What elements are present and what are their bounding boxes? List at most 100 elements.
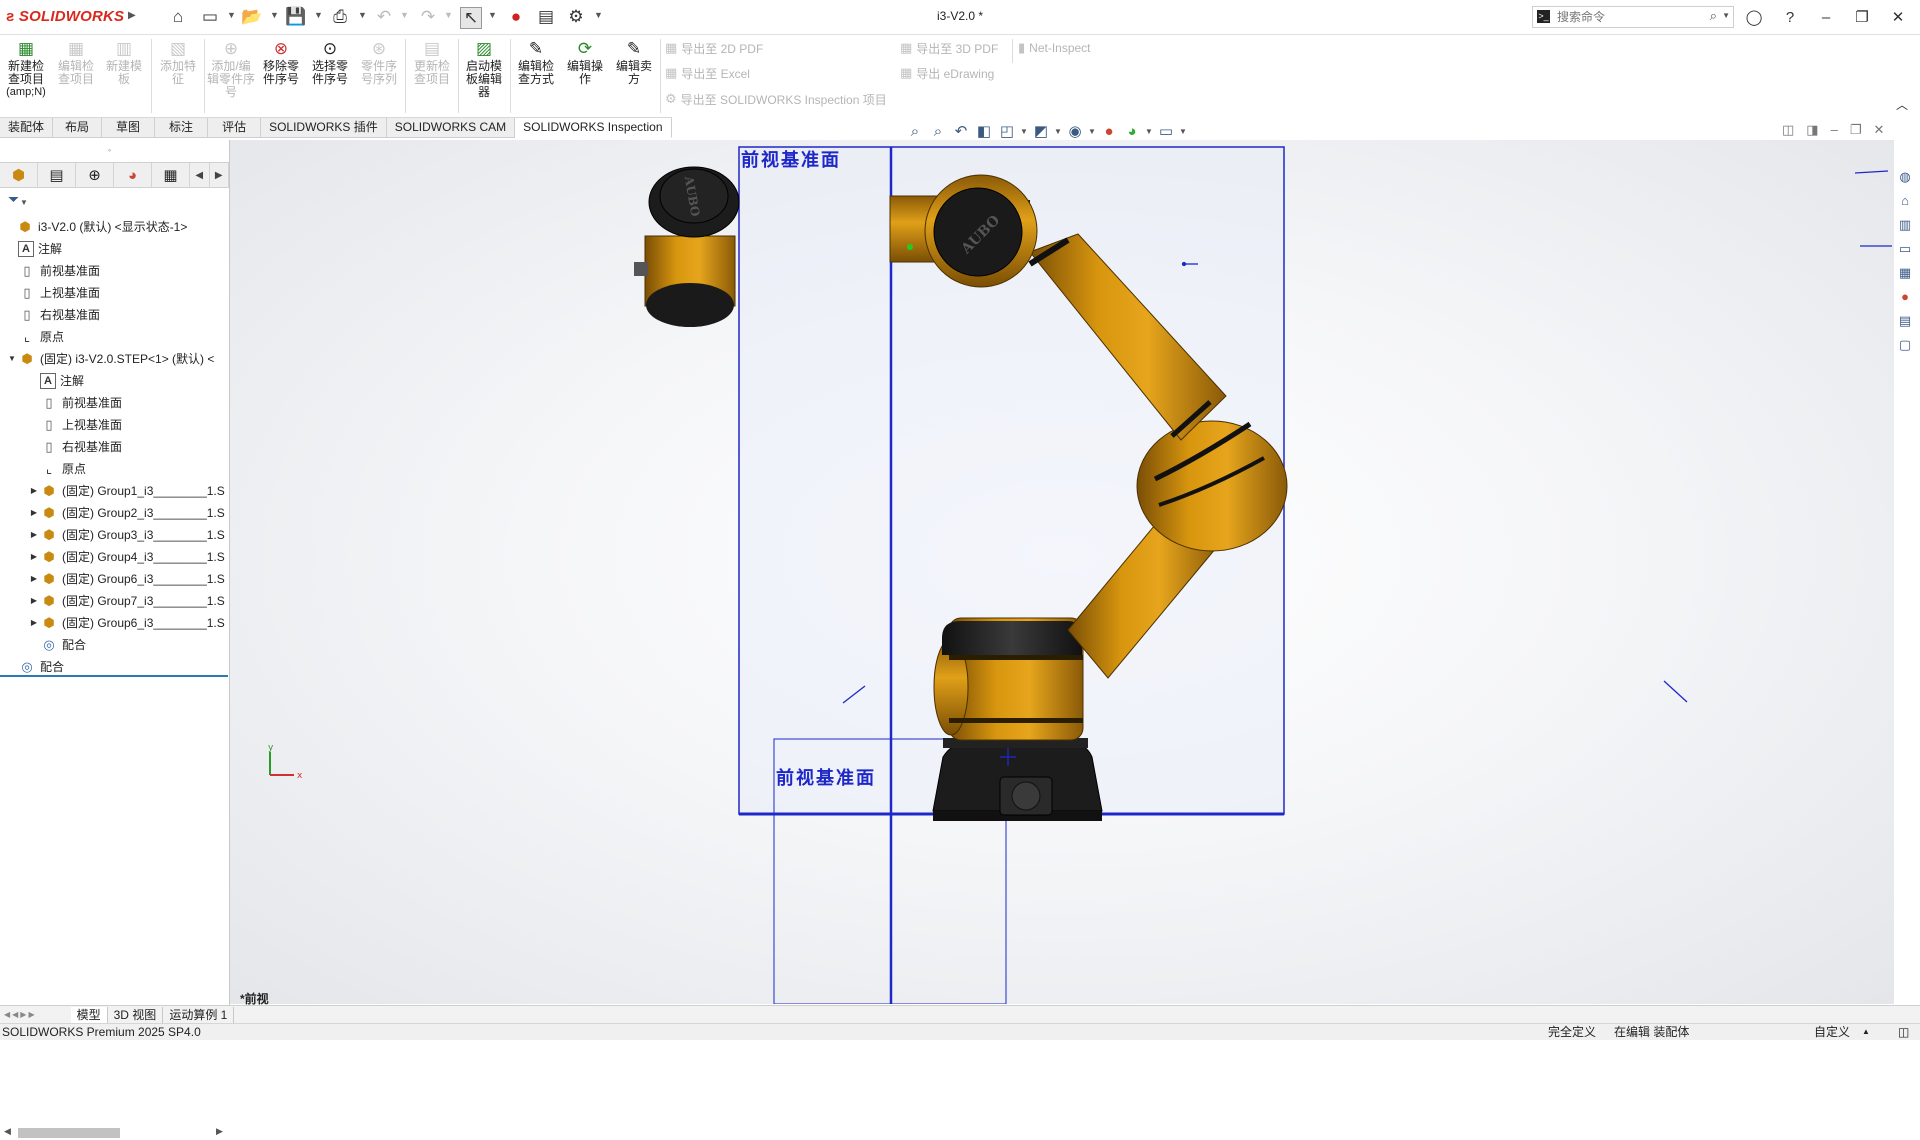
export-inspection-project-button[interactable]: ⚙ 导出至 SOLIDWORKS Inspection 项目 xyxy=(665,90,887,108)
tree-item[interactable]: ▯ 前视基准面 xyxy=(28,392,122,414)
tab-solidworks-inspection[interactable]: SOLIDWORKS Inspection xyxy=(515,118,672,138)
save-icon[interactable]: 💾 xyxy=(285,7,306,27)
tree-item[interactable]: ⌞ 原点 xyxy=(6,326,64,348)
tree-item[interactable]: ▶ ⬢ (固定) Group1_i3________1.S xyxy=(28,480,225,502)
tab-markup[interactable]: 标注 xyxy=(155,118,209,138)
select-dropdown-icon[interactable]: ▼ xyxy=(488,10,497,20)
export-3d-pdf-button[interactable]: ▦ 导出至 3D PDF xyxy=(900,39,998,57)
tree-expander-chevron-icon[interactable]: ▶ xyxy=(28,524,40,546)
select-balloon-button[interactable]: ⊙ 选择零件序号 xyxy=(307,39,353,103)
new-dropdown-icon[interactable]: ▼ xyxy=(227,10,236,20)
search-commands[interactable]: >_ ⌕ ▼ xyxy=(1532,6,1734,28)
tree-item[interactable]: ▶ ⬢ (固定) Group6_i3________1.S xyxy=(28,568,225,590)
viewport-expand-icon[interactable]: ◨ xyxy=(1806,122,1818,138)
apply-scene-dropdown-icon[interactable]: ▼ xyxy=(1145,127,1153,136)
undo-dropdown-icon[interactable]: ▼ xyxy=(400,10,409,20)
filter-dropdown-icon[interactable]: ▼ xyxy=(20,198,28,207)
display-manager-tab-icon[interactable]: ◕ xyxy=(114,163,152,187)
tree-item[interactable]: ▯ 前视基准面 xyxy=(6,260,100,282)
balloon-sequence-button[interactable]: ⊛ 零件序号序列 xyxy=(356,39,402,103)
panel-grip-icon[interactable]: ◦ xyxy=(108,145,111,155)
zoom-to-fit-icon[interactable]: ⌕ xyxy=(905,123,925,140)
tab-solidworks-cam[interactable]: SOLIDWORKS CAM xyxy=(386,118,516,138)
tree-item[interactable]: ▶ ⬢ (固定) Group6_i3________1.S xyxy=(28,612,225,634)
tree-item[interactable]: ▯ 右视基准面 xyxy=(6,304,100,326)
edit-inspection-method-button[interactable]: ✎ 编辑检查方式 xyxy=(513,39,559,103)
tree-expander-chevron-icon[interactable]: ▶ xyxy=(28,480,40,502)
file-properties-icon[interactable]: ▤ xyxy=(536,7,556,27)
restore-icon[interactable]: ❐ xyxy=(1850,6,1874,28)
custom-properties-icon[interactable]: ▤ xyxy=(1894,310,1916,331)
hide-show-dropdown-icon[interactable]: ▼ xyxy=(1088,127,1096,136)
graphics-area[interactable]: AUBO AUBO y x 前视基准面 前视基准面 xyxy=(230,140,1894,1004)
scroll-left-icon[interactable]: ◀ xyxy=(4,1126,11,1137)
design-library-icon[interactable]: ▥ xyxy=(1894,214,1916,235)
filter-icon[interactable]: ⏷ xyxy=(8,191,19,208)
search-dropdown-icon[interactable]: ▼ xyxy=(1722,11,1730,20)
tab-navigation-icon[interactable]: ◀◀▶▶ xyxy=(0,1010,41,1019)
tree-item[interactable]: ▶ ⬢ (固定) Group2_i3________1.S xyxy=(28,502,225,524)
open-dropdown-icon[interactable]: ▼ xyxy=(270,10,279,20)
rollback-bar[interactable] xyxy=(0,675,228,677)
export-2d-pdf-button[interactable]: ▦ 导出至 2D PDF xyxy=(665,39,763,57)
unit-system-dropdown-icon[interactable]: ▲ xyxy=(1862,1024,1870,1040)
viewport-close-icon[interactable]: ✕ xyxy=(1873,122,1884,138)
options-gear-icon[interactable]: ⚙ xyxy=(566,7,586,27)
edit-vendor-button[interactable]: ✎ 编辑卖方 xyxy=(611,39,657,103)
view-orientation-icon[interactable]: ◰ xyxy=(997,122,1017,140)
add-feature-button[interactable]: ▧ 添加特征 xyxy=(155,39,201,103)
viewport-restore-icon[interactable]: ❐ xyxy=(1850,122,1862,138)
rebuild-traffic-light-icon[interactable]: ● xyxy=(506,7,526,27)
tree-item[interactable]: ▶ ⬢ (固定) Group3_i3________1.S xyxy=(28,524,225,546)
close-icon[interactable]: ✕ xyxy=(1886,6,1910,28)
new-template-button[interactable]: ▥ 新建模板 xyxy=(101,39,147,103)
redo-dropdown-icon[interactable]: ▼ xyxy=(444,10,453,20)
3dexperience-home-icon[interactable]: ⌂ xyxy=(1894,190,1916,211)
solidworks-resources-icon[interactable]: ◍ xyxy=(1894,166,1916,187)
net-inspect-button[interactable]: ▮ Net-Inspect xyxy=(1018,39,1091,57)
tab-model[interactable]: 模型 xyxy=(70,1006,108,1023)
new-document-icon[interactable]: ▭ xyxy=(200,7,220,27)
section-view-icon[interactable]: ◧ xyxy=(974,122,994,140)
tree-item[interactable]: ⌞ 原点 xyxy=(28,458,86,480)
tree-item[interactable]: ▯ 右视基准面 xyxy=(28,436,122,458)
status-bar-settings-icon[interactable]: ◫ xyxy=(1898,1024,1909,1040)
tree-expander-chevron-icon[interactable]: ▶ xyxy=(28,612,40,634)
open-folder-icon[interactable]: 📂 xyxy=(241,7,262,27)
tree-item[interactable]: A 注解 xyxy=(28,370,84,392)
display-style-dropdown-icon[interactable]: ▼ xyxy=(1054,127,1062,136)
help-icon[interactable]: ? xyxy=(1778,6,1802,28)
solidworks-logo[interactable]: ƨ SOLIDWORKS xyxy=(6,8,124,25)
configuration-manager-tab-icon[interactable]: ⊕ xyxy=(76,163,114,187)
edit-inspection-project-button[interactable]: ▦ 编辑检查项目 xyxy=(53,39,99,103)
tabs-scroll-right-icon[interactable]: ▶ xyxy=(210,163,229,187)
tree-item[interactable]: ◎ 配合 xyxy=(28,634,86,656)
tab-assembly[interactable]: 装配体 xyxy=(0,118,54,138)
tree-item[interactable]: ▼ ⬢ (固定) i3-V2.0.STEP<1> (默认) < xyxy=(6,348,214,370)
scroll-thumb[interactable] xyxy=(18,1128,120,1138)
tree-item[interactable]: ▯ 上视基准面 xyxy=(28,414,122,436)
print-dropdown-icon[interactable]: ▼ xyxy=(358,10,367,20)
edit-appearance-icon[interactable]: ● xyxy=(1099,123,1119,140)
export-excel-button[interactable]: ▦ 导出至 Excel xyxy=(665,64,750,82)
tree-item[interactable]: ▶ ⬢ (固定) Group4_i3________1.S xyxy=(28,546,225,568)
view-orientation-dropdown-icon[interactable]: ▼ xyxy=(1020,127,1028,136)
redo-icon[interactable]: ↷ xyxy=(418,7,438,27)
remove-balloon-button[interactable]: ⊗ 移除零件序号 xyxy=(258,39,304,103)
tree-expander-chevron-icon[interactable]: ▶ xyxy=(28,502,40,524)
tree-expander-chevron-icon[interactable]: ▶ xyxy=(28,590,40,612)
options-dropdown-icon[interactable]: ▼ xyxy=(594,10,603,20)
logo-menu-chevron-icon[interactable]: ▶ xyxy=(128,10,136,21)
zoom-to-area-icon[interactable]: ⌕ xyxy=(928,123,948,140)
display-style-icon[interactable]: ◩ xyxy=(1031,122,1051,140)
unit-system-selector[interactable]: 自定义 xyxy=(1814,1024,1850,1040)
add-edit-balloon-button[interactable]: ⊕ 添加/编辑零件序号 xyxy=(207,39,255,103)
previous-view-icon[interactable]: ↶ xyxy=(951,122,971,140)
tree-item[interactable]: ⬢ i3-V2.0 (默认) <显示状态-1> xyxy=(4,216,187,238)
search-input[interactable] xyxy=(1555,8,1709,26)
view-settings-dropdown-icon[interactable]: ▼ xyxy=(1179,127,1187,136)
property-manager-tab-icon[interactable]: ▤ xyxy=(38,163,76,187)
tabs-scroll-left-icon[interactable]: ◀ xyxy=(190,163,210,187)
tree-item[interactable]: A 注解 xyxy=(6,238,62,260)
minimize-icon[interactable]: – xyxy=(1814,6,1838,28)
